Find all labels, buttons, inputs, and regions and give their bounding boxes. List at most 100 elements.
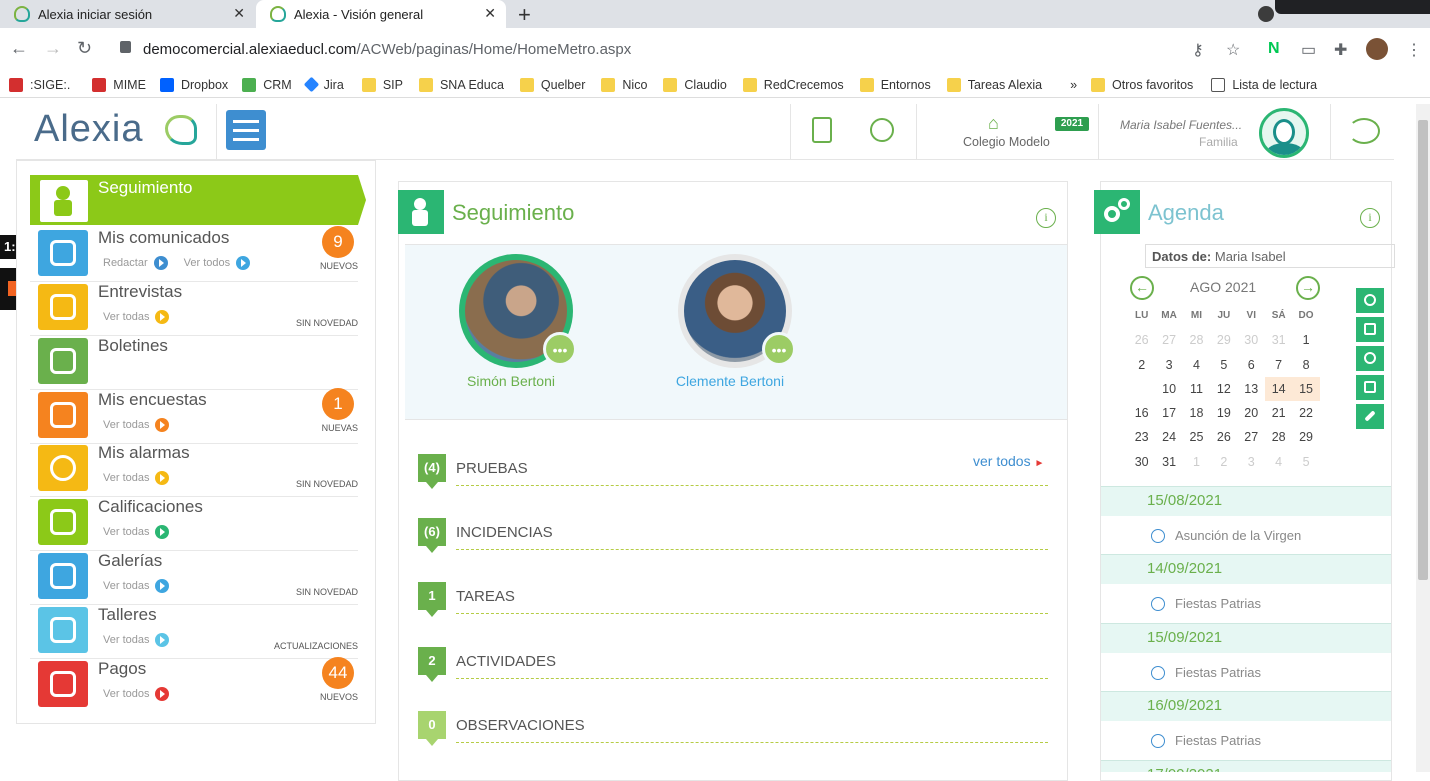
sidebar-item-calificaciones[interactable]: Calificaciones Ver todas — [30, 497, 358, 551]
calendar-day[interactable]: 28 — [1265, 425, 1292, 449]
ver-todos-link[interactable]: Ver todos — [184, 257, 230, 269]
other-favorites[interactable]: Otros favoritos — [1091, 77, 1193, 92]
tab-search-icon[interactable] — [1258, 6, 1274, 22]
calendar-day[interactable]: 1 — [1183, 450, 1210, 474]
play-icon[interactable] — [155, 687, 170, 701]
pencil-icon[interactable] — [153, 256, 168, 270]
ver-todas-link[interactable]: Ver todas — [103, 526, 149, 538]
profile-avatar[interactable] — [1366, 38, 1388, 60]
key-icon[interactable]: ⚷ — [1192, 40, 1204, 60]
event-item[interactable]: Fiestas Patrias — [1101, 721, 1391, 759]
calendar-day[interactable]: 30 — [1128, 450, 1155, 474]
play-icon[interactable] — [155, 471, 170, 485]
bookmark-folder[interactable]: RedCrecemos — [742, 77, 844, 92]
section-incidencias[interactable]: (6) INCIDENCIAS — [418, 518, 1048, 558]
calendar-day[interactable]: 30 — [1238, 328, 1265, 352]
person-icon[interactable] — [1356, 288, 1384, 313]
student-avatar-simon[interactable]: ••• — [459, 254, 577, 368]
calendar-day[interactable]: 13 — [1238, 377, 1265, 401]
bookmark[interactable]: Jira — [303, 76, 344, 93]
bookmark-folder[interactable]: Entornos — [859, 77, 931, 92]
bookmark[interactable]: MIME — [92, 77, 146, 92]
play-icon[interactable] — [155, 418, 170, 432]
calendar-day[interactable]: 11 — [1183, 377, 1210, 401]
section-tareas[interactable]: 1 TAREAS — [418, 582, 1048, 622]
sidebar-item-boletines[interactable]: Boletines — [30, 336, 358, 390]
play-icon[interactable] — [155, 310, 170, 324]
school-name[interactable]: Colegio Modelo — [963, 135, 1050, 149]
sidebar-item-galerias[interactable]: Galerías Ver todas SIN NOVEDAD — [30, 551, 358, 605]
info-icon[interactable]: i — [1036, 208, 1056, 228]
prev-month-button[interactable]: ← — [1130, 276, 1154, 300]
calendar-day[interactable]: 29 — [1210, 328, 1237, 352]
calendar-day[interactable]: 16 — [1128, 401, 1155, 425]
event-item[interactable]: Asunción de la Virgen — [1101, 516, 1391, 554]
section-actividades[interactable]: 2 ACTIVIDADES — [418, 647, 1048, 687]
ver-todas-link[interactable]: Ver todas — [103, 580, 149, 592]
student-name[interactable]: Clemente Bertoni — [650, 373, 810, 389]
play-icon[interactable] — [155, 633, 170, 647]
history-icon[interactable] — [870, 118, 894, 142]
calendar-day[interactable]: 26 — [1128, 328, 1155, 352]
section-pruebas[interactable]: (4) PRUEBAS — [418, 454, 1048, 494]
student-name[interactable]: Simón Bertoni — [431, 373, 591, 389]
sidebar-item-alarmas[interactable]: Mis alarmas Ver todas SIN NOVEDAD — [30, 443, 358, 497]
calendar-day[interactable]: 2 — [1128, 353, 1155, 377]
calendar-day[interactable]: 2 — [1210, 450, 1237, 474]
ver-todas-link[interactable]: Ver todas — [103, 311, 149, 323]
calendar-day[interactable]: 25 — [1183, 425, 1210, 449]
bookmark-folder[interactable]: Claudio — [663, 77, 727, 92]
calendar-day[interactable]: 4 — [1265, 450, 1292, 474]
group-icon[interactable] — [1356, 375, 1384, 400]
sidebar-item-comunicados[interactable]: Mis comunicados Redactar Ver todos 9 NUE… — [30, 226, 358, 282]
hamburger-menu-button[interactable] — [226, 110, 266, 150]
bookmark[interactable]: Dropbox — [159, 77, 228, 92]
new-tab-button[interactable]: + — [518, 2, 531, 28]
event-item[interactable]: Fiestas Patrias — [1101, 653, 1391, 691]
calendar-day[interactable]: 10 — [1155, 377, 1182, 401]
sidebar-item-encuestas[interactable]: Mis encuestas Ver todas 1 NUEVAS — [30, 388, 358, 444]
bookmark-folder[interactable]: Quelber — [519, 77, 585, 92]
ver-todas-link[interactable]: Ver todas — [103, 634, 149, 646]
calendar-day[interactable]: 1 — [1292, 328, 1319, 352]
play-icon[interactable] — [155, 525, 170, 539]
url-text[interactable]: democomercial.alexiaeducl.com/ACWeb/pagi… — [143, 41, 631, 58]
ver-todos-link[interactable]: Ver todos — [103, 688, 149, 700]
bookmark[interactable]: :SIGE:. — [9, 77, 70, 92]
student-avatar-clemente[interactable]: ••• — [678, 254, 796, 368]
user-avatar[interactable] — [1259, 108, 1309, 158]
close-tab-icon[interactable]: ✕ — [484, 5, 496, 22]
bookmark-folder[interactable]: Nico — [601, 77, 647, 92]
calendar-day[interactable]: 21 — [1265, 401, 1292, 425]
calendar-day[interactable]: 3 — [1238, 450, 1265, 474]
calendar-day[interactable]: 15 — [1292, 376, 1320, 402]
cast-icon[interactable]: ▭ — [1301, 40, 1316, 60]
calendar-day[interactable]: 24 — [1155, 425, 1182, 449]
back-icon[interactable]: ← — [10, 38, 28, 59]
info-icon[interactable]: i — [1360, 208, 1380, 228]
calendar-day[interactable]: 26 — [1210, 425, 1237, 449]
sidebar-item-entrevistas[interactable]: Entrevistas Ver todas SIN NOVEDAD — [30, 282, 358, 336]
star-icon[interactable]: ☆ — [1226, 40, 1240, 60]
redactar-link[interactable]: Redactar — [103, 257, 148, 269]
calendar-day[interactable]: 7 — [1265, 353, 1292, 377]
calendar-day[interactable]: 27 — [1155, 328, 1182, 352]
calendar-day[interactable]: 29 — [1292, 425, 1319, 449]
reading-list[interactable]: Lista de lectura — [1211, 77, 1317, 92]
calendar-day[interactable]: 4 — [1183, 353, 1210, 377]
ver-todas-link[interactable]: Ver todas — [103, 472, 149, 484]
calendar-day[interactable]: 8 — [1292, 353, 1319, 377]
bookmark[interactable]: CRM — [242, 77, 292, 92]
chat-bubble-icon[interactable]: ••• — [543, 332, 577, 366]
calendar-day[interactable]: 3 — [1155, 353, 1182, 377]
ver-todas-link[interactable]: Ver todas — [103, 419, 149, 431]
calendar-day[interactable]: 22 — [1292, 401, 1319, 425]
calendar-day[interactable]: 28 — [1183, 328, 1210, 352]
window-controls[interactable] — [1275, 0, 1430, 14]
datos-selector[interactable]: Datos de: Maria Isabel — [1145, 244, 1395, 268]
calendar-day[interactable]: 17 — [1155, 401, 1182, 425]
extension-n-icon[interactable]: N — [1268, 40, 1280, 58]
sidebar-item-talleres[interactable]: Talleres Ver todas ACTUALIZACIONES — [30, 605, 358, 659]
forward-icon[interactable]: → — [44, 38, 62, 59]
bookmark-folder[interactable]: Tareas Alexia — [946, 77, 1042, 92]
